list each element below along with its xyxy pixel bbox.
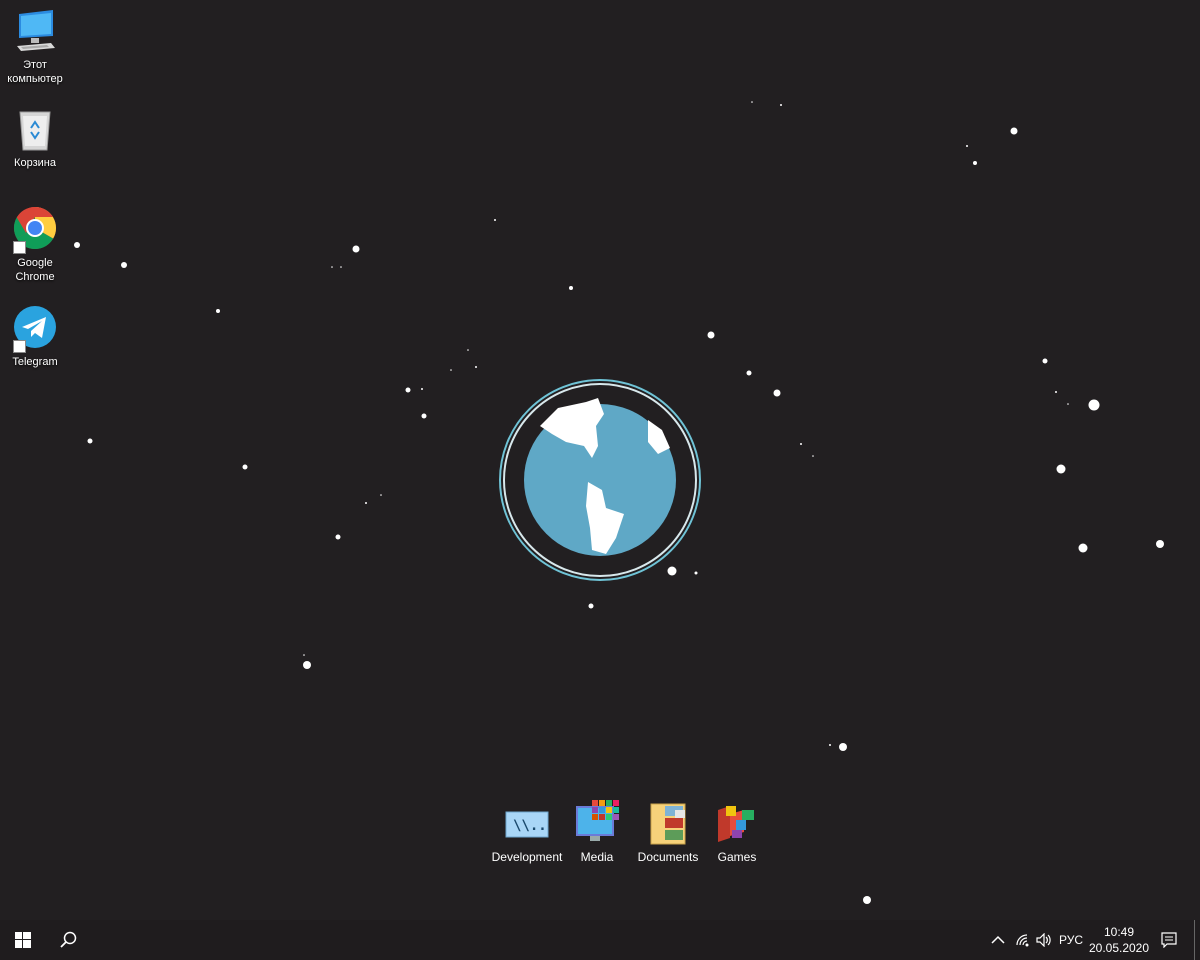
taskbar-clock[interactable]: 10:49 20.05.2020 xyxy=(1088,924,1150,956)
dock-item-documents[interactable]: Documents xyxy=(638,800,698,870)
clock-time: 10:49 xyxy=(1103,925,1135,939)
games-folder-icon xyxy=(714,800,760,846)
desktop-icon-telegram[interactable]: Telegram xyxy=(0,305,70,369)
star xyxy=(1088,399,1100,411)
dock-label: Media xyxy=(580,850,614,864)
star xyxy=(1055,391,1057,393)
star xyxy=(380,494,382,496)
recycle-bin-icon xyxy=(11,106,59,154)
star xyxy=(74,242,80,248)
wifi-icon xyxy=(1016,934,1029,947)
star xyxy=(812,455,814,457)
star xyxy=(800,443,802,445)
show-desktop-button[interactable] xyxy=(1194,920,1195,960)
star xyxy=(780,104,782,106)
star xyxy=(121,262,127,268)
star xyxy=(405,387,411,393)
media-folder-icon xyxy=(574,800,620,846)
desktop[interactable]: Этот компьютер Корзина Google Chrome Tel… xyxy=(0,0,1200,920)
dock-item-games[interactable]: Games xyxy=(714,800,760,870)
star xyxy=(746,370,752,376)
star xyxy=(216,309,220,313)
desktop-icon-label: Telegram xyxy=(12,356,58,368)
star xyxy=(331,266,333,268)
star xyxy=(421,388,423,390)
star xyxy=(365,502,367,504)
star xyxy=(467,349,469,351)
speaker-icon xyxy=(1036,933,1051,947)
star xyxy=(1042,358,1048,364)
desktop-icon-label: Google Chrome xyxy=(15,257,55,283)
star xyxy=(352,245,360,253)
input-language-indicator[interactable]: РУС xyxy=(1056,920,1086,960)
star xyxy=(973,161,977,165)
star xyxy=(1078,543,1088,553)
desktop-icon-this-pc[interactable]: Этот компьютер xyxy=(0,8,70,86)
desktop-icon-google-chrome[interactable]: Google Chrome xyxy=(0,206,70,284)
this-pc-icon xyxy=(11,8,59,56)
star xyxy=(569,286,573,290)
desktop-icon-label: Этот компьютер xyxy=(7,59,63,85)
network-button[interactable] xyxy=(1012,920,1034,960)
action-center-button[interactable] xyxy=(1154,920,1184,960)
dock-item-development[interactable]: \\... Development xyxy=(491,800,563,870)
star xyxy=(340,266,342,268)
globe-icon xyxy=(498,378,702,587)
star xyxy=(751,101,753,103)
shortcut-arrow-icon xyxy=(13,241,26,254)
volume-button[interactable] xyxy=(1034,920,1054,960)
star xyxy=(87,438,93,444)
star xyxy=(450,369,452,371)
star xyxy=(839,743,847,751)
star xyxy=(475,366,477,368)
star xyxy=(1056,464,1066,474)
star xyxy=(303,661,311,669)
desktop-icon-label: Корзина xyxy=(14,157,56,169)
star xyxy=(588,603,594,609)
star xyxy=(1156,540,1164,548)
documents-folder-icon xyxy=(645,800,691,846)
star xyxy=(863,896,871,904)
dock-label: Games xyxy=(717,850,757,864)
telegram-icon xyxy=(11,305,59,353)
action-center-icon xyxy=(1161,932,1177,948)
chevron-up-icon xyxy=(991,935,1005,944)
star xyxy=(829,744,831,746)
star xyxy=(303,654,305,656)
star xyxy=(707,331,715,339)
dock-label: Documents xyxy=(637,850,699,864)
clock-date: 20.05.2020 xyxy=(1088,941,1150,955)
star xyxy=(242,464,248,470)
star xyxy=(773,389,781,397)
dock-label: Development xyxy=(491,850,563,864)
star xyxy=(421,413,427,419)
show-hidden-icons-button[interactable] xyxy=(986,920,1010,960)
taskbar: РУС 10:49 20.05.2020 xyxy=(0,920,1200,960)
search-button[interactable] xyxy=(46,920,92,960)
windows-start-icon xyxy=(15,932,31,948)
star xyxy=(1010,127,1018,135)
star xyxy=(966,145,968,147)
star xyxy=(1067,403,1069,405)
dock-item-media[interactable]: Media xyxy=(574,800,620,870)
start-button[interactable] xyxy=(0,920,46,960)
terminal-folder-icon: \\... xyxy=(504,800,555,846)
star xyxy=(494,219,496,221)
search-icon xyxy=(60,931,77,948)
desktop-icon-recycle-bin[interactable]: Корзина xyxy=(0,106,70,170)
star xyxy=(335,534,341,540)
shortcut-arrow-icon xyxy=(13,340,26,353)
chrome-icon xyxy=(11,206,59,254)
svg-text:\\...: \\... xyxy=(513,818,550,834)
